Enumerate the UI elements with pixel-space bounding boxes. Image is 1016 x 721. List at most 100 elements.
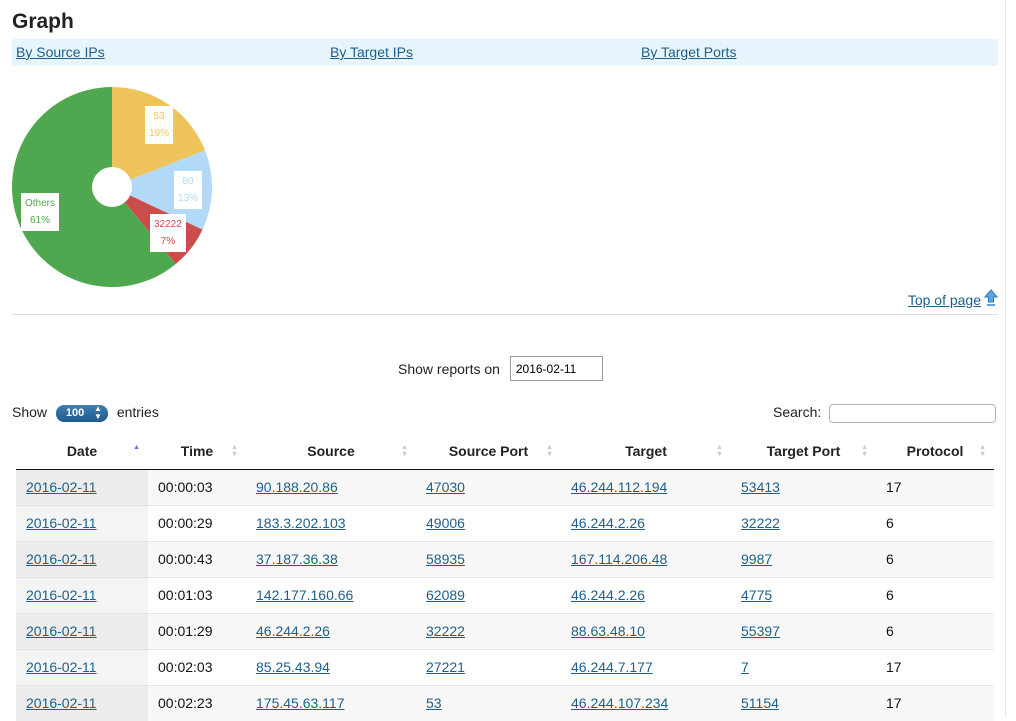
section-divider [12, 314, 998, 315]
column-header-target[interactable]: Target ▲ ▼ [561, 434, 731, 470]
date-link[interactable]: 2016-02-11 [26, 623, 97, 639]
column-header-protocol[interactable]: Protocol ▲ ▼ [876, 434, 994, 470]
cell-source-port: 27221 [416, 648, 561, 685]
source-ip-link[interactable]: 183.3.202.103 [256, 515, 346, 531]
date-link[interactable]: 2016-02-11 [26, 587, 97, 603]
cell-source: 46.244.2.26 [246, 612, 416, 649]
source-port-link[interactable]: 62089 [426, 587, 465, 603]
top-of-page-label: Top of page [907, 292, 981, 308]
cell-protocol: 17 [876, 469, 994, 505]
table-row: 2016-02-11 00:00:03 90.188.20.86 47030 4… [16, 469, 994, 505]
column-header-label: Target Port [766, 443, 841, 460]
page-border [1005, 0, 1006, 716]
cell-time: 00:01:29 [148, 612, 246, 649]
target-ip-link[interactable]: 46.244.2.26 [571, 587, 645, 603]
target-ip-link[interactable]: 167.114.206.48 [571, 551, 667, 567]
cell-source-port: 62089 [416, 576, 561, 613]
arrow-up-icon [983, 289, 999, 307]
pie-label-32222: 32222 7% [150, 214, 186, 252]
source-ip-link[interactable]: 142.177.160.66 [256, 587, 353, 603]
source-port-link[interactable]: 49006 [426, 515, 465, 531]
column-header-source[interactable]: Source ▲ ▼ [246, 434, 416, 470]
column-header-target-port[interactable]: Target Port ▲ ▼ [731, 434, 876, 470]
target-ip-link[interactable]: 46.244.107.234 [571, 695, 668, 711]
target-port-link[interactable]: 9987 [741, 551, 772, 567]
cell-date: 2016-02-11 [16, 540, 148, 577]
top-of-page-link[interactable]: Top of page [907, 289, 999, 308]
cell-source-port: 49006 [416, 504, 561, 541]
target-ip-link[interactable]: 46.244.7.177 [571, 659, 653, 675]
source-port-link[interactable]: 32222 [426, 623, 465, 639]
cell-target: 46.244.7.177 [561, 648, 731, 685]
pie-label-percent: 19% [149, 128, 170, 139]
sort-icon: ▲ ▼ [716, 444, 723, 458]
target-port-link[interactable]: 55397 [741, 623, 780, 639]
column-header-label: Protocol [906, 443, 964, 460]
tab-by-target-ports[interactable]: By Target Ports [641, 44, 736, 60]
column-header-label: Source [307, 443, 355, 460]
pie-label-53: 53 19% [145, 106, 174, 144]
source-port-link[interactable]: 47030 [426, 479, 465, 495]
report-date-label: Show reports on [398, 360, 500, 377]
pie-label-percent: 13% [178, 193, 199, 204]
date-link[interactable]: 2016-02-11 [26, 551, 97, 567]
pie-label-percent: 61% [30, 215, 51, 226]
table-row: 2016-02-11 00:01:03 142.177.160.66 62089… [16, 576, 994, 613]
entries-select[interactable]: 100 ▲ ▼ [55, 404, 108, 422]
sort-icon: ▲ ▼ [546, 444, 553, 458]
source-ip-link[interactable]: 85.25.43.94 [256, 659, 330, 675]
cell-protocol: 6 [876, 576, 994, 613]
target-ip-link[interactable]: 46.244.2.26 [571, 515, 645, 531]
search-input[interactable] [829, 404, 997, 423]
tab-by-target-ips[interactable]: By Target IPs [330, 44, 413, 60]
source-ip-link[interactable]: 37.187.36.38 [256, 551, 338, 567]
cell-target: 167.114.206.48 [561, 540, 731, 577]
source-ip-link[interactable]: 90.188.20.86 [256, 479, 338, 495]
source-port-link[interactable]: 58935 [426, 551, 465, 567]
target-port-link[interactable]: 32222 [741, 515, 780, 531]
sort-icon: ▲ ▼ [861, 444, 868, 458]
reports-table: Date ▲ Time ▲ ▼ Source ▲ ▼ Source Port ▲ ▼ Targ… [16, 434, 994, 721]
source-ip-link[interactable]: 46.244.2.26 [256, 623, 330, 639]
target-port-link[interactable]: 51154 [741, 695, 779, 711]
target-port-link[interactable]: 53413 [741, 479, 780, 495]
date-link[interactable]: 2016-02-11 [26, 479, 97, 495]
cell-protocol: 6 [876, 612, 994, 649]
source-ip-link[interactable]: 175.45.63.117 [256, 695, 345, 711]
pie-label-percent: 7% [160, 236, 176, 247]
column-header-label: Source Port [448, 443, 529, 460]
sort-icon: ▲ ▼ [231, 444, 238, 458]
cell-source-port: 58935 [416, 540, 561, 577]
sort-icon: ▲ ▼ [401, 444, 408, 458]
table-row: 2016-02-11 00:01:29 46.244.2.26 32222 88… [16, 612, 994, 649]
cell-target-port: 4775 [731, 576, 876, 613]
cell-source: 90.188.20.86 [246, 469, 416, 505]
pie-label-others: Others 61% [21, 193, 60, 231]
column-header-source-port[interactable]: Source Port ▲ ▼ [416, 434, 561, 470]
tab-by-source-ips[interactable]: By Source IPs [16, 44, 105, 60]
source-port-link[interactable]: 53 [426, 695, 442, 711]
column-header-label: Time [180, 443, 214, 460]
entries-select-value: 100 [65, 406, 85, 419]
column-header-date[interactable]: Date ▲ [16, 434, 148, 470]
cell-time: 00:02:03 [148, 648, 246, 685]
cell-protocol: 6 [876, 504, 994, 541]
cell-source: 85.25.43.94 [246, 648, 416, 685]
target-port-link[interactable]: 7 [741, 659, 749, 675]
cell-protocol: 17 [876, 648, 994, 685]
column-header-time[interactable]: Time ▲ ▼ [148, 434, 246, 470]
search-control: Search: [773, 404, 997, 423]
date-link[interactable]: 2016-02-11 [26, 659, 97, 675]
target-ip-link[interactable]: 46.244.112.194 [571, 479, 667, 495]
date-link[interactable]: 2016-02-11 [26, 515, 97, 531]
source-port-link[interactable]: 27221 [426, 659, 465, 675]
date-link[interactable]: 2016-02-11 [26, 695, 97, 711]
target-ip-link[interactable]: 88.63.48.10 [571, 623, 645, 639]
cell-time: 00:00:03 [148, 469, 246, 505]
search-label: Search: [773, 404, 822, 421]
report-date-input[interactable] [509, 356, 603, 381]
cell-protocol: 6 [876, 540, 994, 577]
target-port-link[interactable]: 4775 [741, 587, 772, 603]
pie-chart: 53 19% 80 13% 32222 7% Others 61% [11, 86, 213, 288]
pie-label-name: 80 [182, 176, 194, 187]
